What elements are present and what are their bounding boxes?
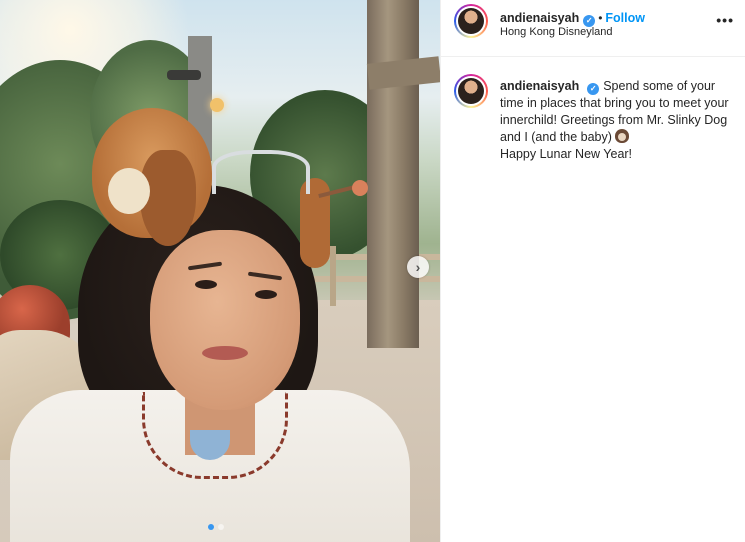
- caption-username-link[interactable]: andienaisyah: [500, 79, 579, 93]
- separator-dot: •: [598, 11, 603, 25]
- lips: [202, 346, 248, 360]
- post-side-panel: andienaisyah ✓ • Follow Hong Kong Disneylan…: [440, 0, 745, 542]
- carousel-dot: [218, 524, 224, 530]
- face: [150, 230, 300, 410]
- avatar[interactable]: [454, 4, 488, 38]
- caption-greeting: Happy Lunar New Year!: [500, 147, 633, 161]
- location-link[interactable]: Hong Kong Disneyland: [500, 26, 613, 38]
- wooden-pole: [367, 0, 419, 348]
- lamp-light: [210, 98, 224, 112]
- follow-button[interactable]: Follow: [605, 11, 645, 25]
- post-photo[interactable]: ›: [0, 0, 440, 542]
- antenna-ball: [352, 180, 368, 196]
- slinky-dog-snout: [108, 168, 150, 214]
- carousel-dots: [208, 524, 224, 530]
- carousel-next-button[interactable]: ›: [407, 256, 429, 278]
- more-options-icon[interactable]: •••: [716, 12, 734, 28]
- chevron-right-icon: ›: [415, 259, 421, 275]
- tiara-spring: [212, 150, 310, 194]
- post-header: andienaisyah ✓ • Follow Hong Kong Disneylan…: [441, 0, 745, 57]
- username-link[interactable]: andienaisyah: [500, 11, 579, 25]
- carousel-dot-active: [208, 524, 214, 530]
- dog-face-emoji-icon: [615, 129, 630, 143]
- header-line: andienaisyah ✓ • Follow: [500, 9, 645, 27]
- post-caption: andienaisyah ✓ Spend some of your time in …: [500, 78, 732, 163]
- lamp-head: [167, 70, 201, 80]
- eye-right: [255, 290, 277, 299]
- caption-avatar[interactable]: [454, 74, 488, 108]
- verified-badge-icon: ✓: [587, 83, 600, 95]
- eye-left: [195, 280, 217, 289]
